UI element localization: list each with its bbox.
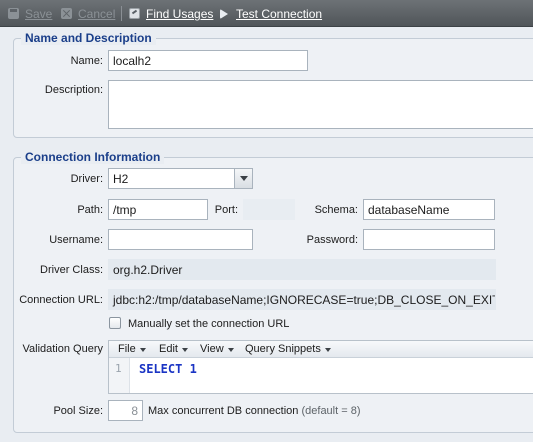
driver-select[interactable]: H2 [108, 168, 253, 189]
editor-gutter: 1 [109, 358, 130, 393]
editor-code-line[interactable]: SELECT 1 [139, 362, 197, 376]
path-field[interactable]: /tmp [108, 199, 208, 220]
connection-url-field[interactable]: jdbc:h2:/tmp/databaseName;IGNORECASE=tru… [108, 289, 496, 310]
chevron-down-icon [324, 347, 331, 352]
chevron-down-icon [139, 347, 146, 352]
play-icon [220, 8, 228, 19]
connection-url-label: Connection URL: [19, 294, 103, 306]
editor-menu-query-snippets-label: Query Snippets [245, 343, 321, 355]
schema-field[interactable]: databaseName [363, 199, 495, 220]
toolbar-separator [121, 6, 122, 21]
validation-query-editor[interactable]: File Edit View Query Snippets 1 SELECT 1 [108, 340, 533, 394]
connection-info-title: Connection Information [21, 150, 165, 164]
find-usages-label: Find Usages [146, 6, 214, 21]
name-description-title: Name and Description [21, 31, 156, 45]
find-usages-button[interactable]: Find Usages [129, 6, 213, 21]
driver-class-field: org.h2.Driver [108, 259, 496, 280]
sql-keyword: SELECT [139, 362, 183, 376]
manual-url-label: Manually set the connection URL [128, 318, 290, 330]
chevron-down-icon[interactable] [234, 169, 252, 188]
line-number: 1 [115, 362, 122, 375]
editor-menu-file-label: File [118, 343, 136, 355]
username-field[interactable] [108, 229, 253, 250]
validation-query-label: Validation Query [22, 343, 103, 355]
save-label: Save [25, 6, 53, 21]
name-field[interactable]: localh2 [108, 50, 308, 71]
description-label: Description: [44, 84, 103, 96]
editor-menu-edit[interactable]: Edit [159, 343, 188, 355]
driver-label: Driver: [70, 173, 103, 185]
editor-menu-edit-label: Edit [159, 343, 178, 355]
pool-size-desc-text: Max concurrent DB connection [148, 405, 299, 417]
port-field[interactable] [243, 199, 295, 220]
path-label: Path: [77, 204, 103, 216]
pool-size-default: (default = 8) [301, 405, 361, 417]
test-connection-label: Test Connection [236, 6, 323, 21]
cancel-label: Cancel [78, 6, 116, 21]
driver-value: H2 [113, 172, 129, 186]
pool-size-description: Max concurrent DB connection (default = … [148, 405, 361, 417]
editor-menubar: File Edit View Query Snippets [109, 341, 533, 358]
port-label: Port: [214, 204, 238, 216]
chevron-down-icon [181, 347, 188, 352]
manual-url-checkbox[interactable] [109, 317, 121, 329]
password-label: Password: [306, 234, 358, 246]
pool-size-label: Pool Size: [53, 405, 103, 417]
description-field[interactable] [108, 80, 533, 129]
sql-number: 1 [189, 362, 197, 376]
toolbar: Save Cancel Find Usages Test Connection [0, 0, 533, 27]
cancel-button[interactable]: Cancel [61, 6, 115, 21]
username-label: Username: [49, 234, 103, 246]
editor-menu-view-label: View [200, 343, 224, 355]
editor-menu-query-snippets[interactable]: Query Snippets [245, 343, 331, 355]
chevron-down-icon [227, 347, 234, 352]
password-field[interactable] [363, 229, 495, 250]
save-icon [8, 8, 19, 19]
pool-size-field[interactable]: 8 [108, 400, 143, 421]
driver-class-label: Driver Class: [40, 264, 103, 276]
editor-menu-view[interactable]: View [200, 343, 234, 355]
find-usages-icon [129, 8, 140, 19]
test-connection-button[interactable]: Test Connection [220, 6, 322, 21]
schema-label: Schema: [314, 204, 358, 216]
cancel-icon [61, 8, 72, 19]
editor-menu-file[interactable]: File [118, 343, 146, 355]
save-button[interactable]: Save [8, 6, 52, 21]
name-label: Name: [70, 55, 103, 67]
